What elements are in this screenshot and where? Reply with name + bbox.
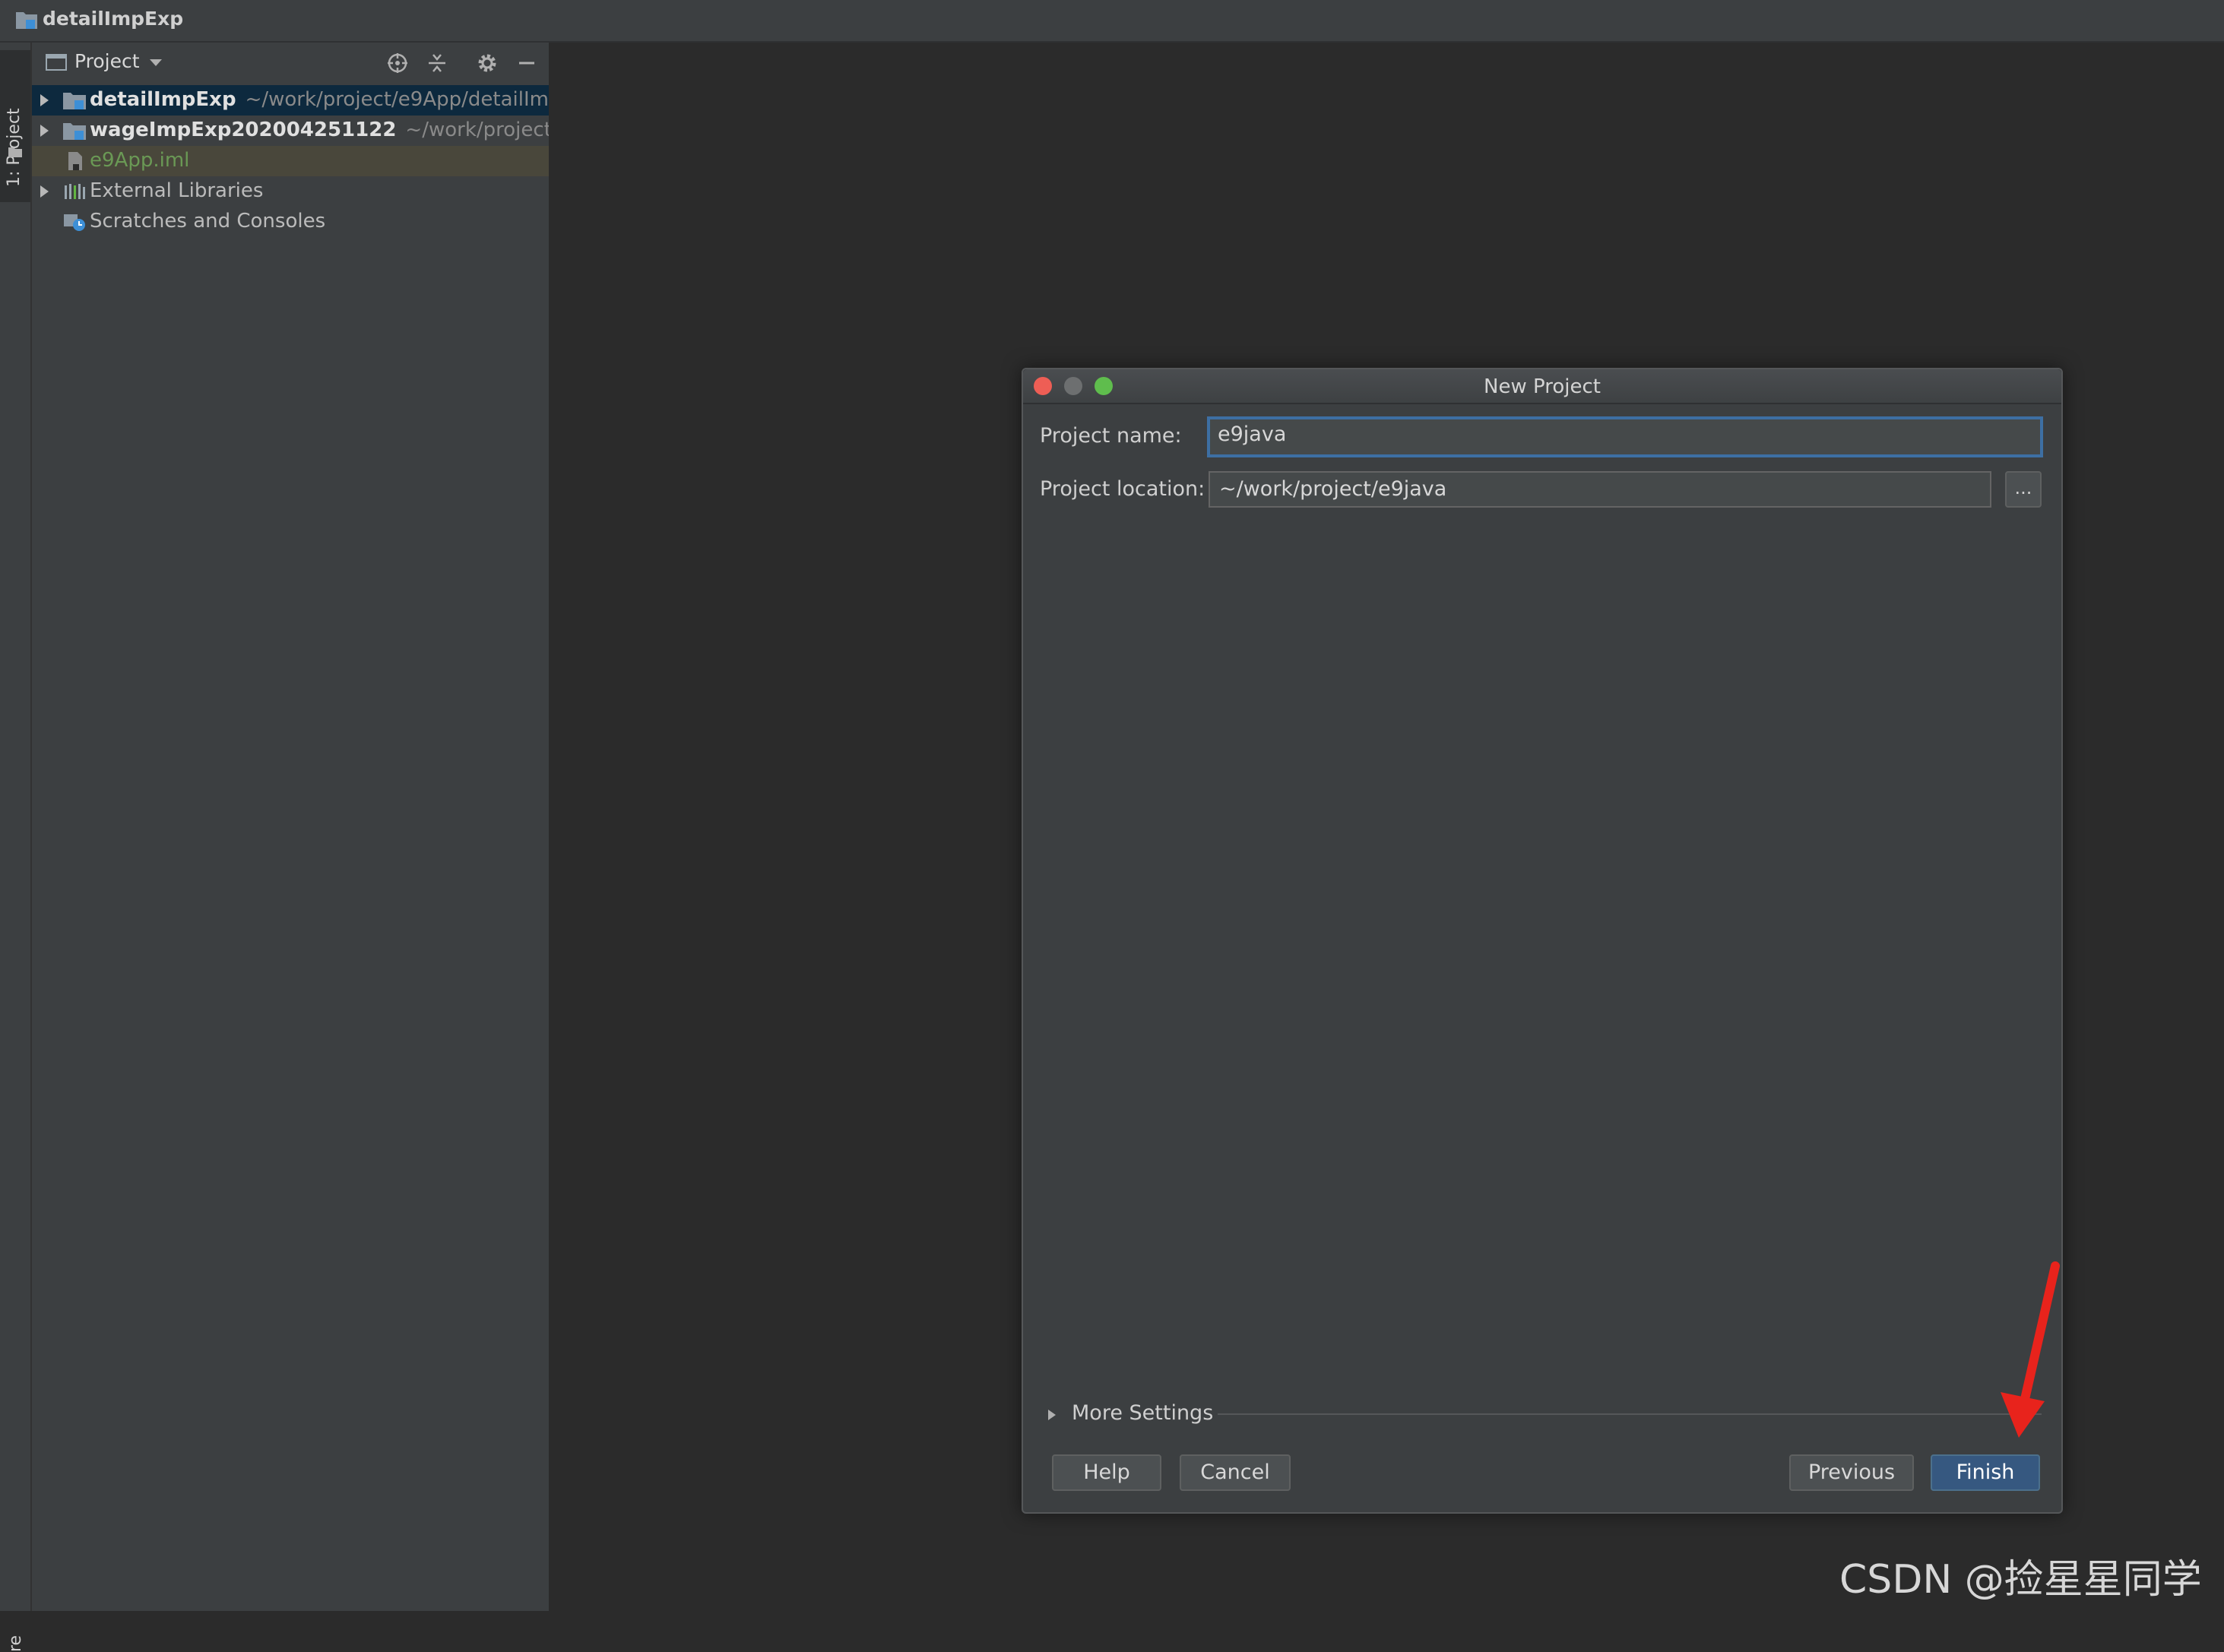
module-folder-icon bbox=[63, 123, 86, 140]
tool-window-strip: 1: Project re bbox=[0, 43, 32, 1652]
locate-icon[interactable] bbox=[386, 52, 409, 74]
expand-arrow-icon[interactable] bbox=[36, 184, 52, 199]
tree-item-name: e9App.iml bbox=[90, 149, 190, 172]
tree-item-name: Scratches and Consoles bbox=[90, 210, 326, 233]
library-icon bbox=[65, 184, 85, 199]
tree-item-name: detailImpExp bbox=[90, 88, 236, 111]
browse-location-button[interactable]: ... bbox=[2005, 471, 2042, 508]
cancel-button[interactable]: Cancel bbox=[1180, 1454, 1291, 1491]
tree-item-name: External Libraries bbox=[90, 179, 264, 202]
iml-file-icon bbox=[68, 152, 82, 170]
project-name-input[interactable]: e9java bbox=[1207, 416, 2043, 457]
project-folder-icon bbox=[16, 12, 37, 29]
gear-icon[interactable] bbox=[476, 52, 499, 74]
module-folder-icon bbox=[63, 93, 86, 109]
scratches-icon bbox=[64, 214, 85, 231]
project-tool-tab[interactable]: 1: Project bbox=[0, 50, 30, 202]
annotation-arrow-icon bbox=[2001, 1261, 2060, 1438]
project-panel-header: Project bbox=[32, 43, 549, 82]
minimize-icon[interactable] bbox=[515, 52, 538, 74]
tree-row-external-libraries[interactable]: External Libraries bbox=[32, 176, 549, 207]
more-settings-divider bbox=[1218, 1413, 2042, 1415]
expand-arrow-icon[interactable] bbox=[36, 93, 52, 108]
ide-title-bar: detailImpExp bbox=[0, 0, 2224, 43]
watermark-text: CSDN @捡星星同学 bbox=[1839, 1557, 2202, 1603]
tree-item-name: wageImpExp202004251122 bbox=[90, 119, 397, 141]
folder-icon bbox=[8, 147, 22, 157]
tree-row-e9app-iml[interactable]: e9App.iml bbox=[32, 146, 549, 176]
project-location-label: Project location: bbox=[1040, 477, 1205, 501]
collapse-all-icon[interactable] bbox=[426, 52, 448, 74]
dialog-title: New Project bbox=[1484, 375, 1601, 398]
structure-tool-tab-label[interactable]: re bbox=[6, 1635, 25, 1652]
project-name-label: Project name: bbox=[1040, 424, 1182, 448]
new-project-dialog: New Project Project name: e9java Project… bbox=[1022, 368, 2063, 1514]
chevron-down-icon[interactable] bbox=[147, 55, 164, 70]
finish-button[interactable]: Finish bbox=[1931, 1454, 2040, 1491]
project-view-selector[interactable]: Project bbox=[74, 50, 140, 72]
project-view-icon bbox=[46, 54, 67, 71]
tree-item-path: ~/work/project/e9App/detailImp bbox=[245, 88, 549, 111]
window-title: detailImpExp bbox=[43, 8, 184, 30]
expand-arrow-icon bbox=[1048, 1410, 1056, 1420]
tree-row-wageimpexp[interactable]: wageImpExp202004251122 ~/work/project/w bbox=[32, 116, 549, 146]
tree-row-scratches[interactable]: Scratches and Consoles bbox=[32, 207, 549, 237]
project-panel: Project detailImpExp ~/work/project/e9App… bbox=[32, 43, 550, 1611]
tree-row-detailimpexp[interactable]: detailImpExp ~/work/project/e9App/detailI… bbox=[32, 85, 549, 116]
tree-item-path: ~/work/project/w bbox=[405, 119, 549, 141]
more-settings-label: More Settings bbox=[1072, 1401, 1214, 1425]
dialog-title-bar: New Project bbox=[1023, 369, 2061, 404]
previous-button[interactable]: Previous bbox=[1789, 1454, 1914, 1491]
expand-arrow-icon[interactable] bbox=[36, 123, 52, 138]
project-location-input[interactable]: ~/work/project/e9java bbox=[1209, 471, 1991, 508]
help-button[interactable]: Help bbox=[1052, 1454, 1161, 1491]
